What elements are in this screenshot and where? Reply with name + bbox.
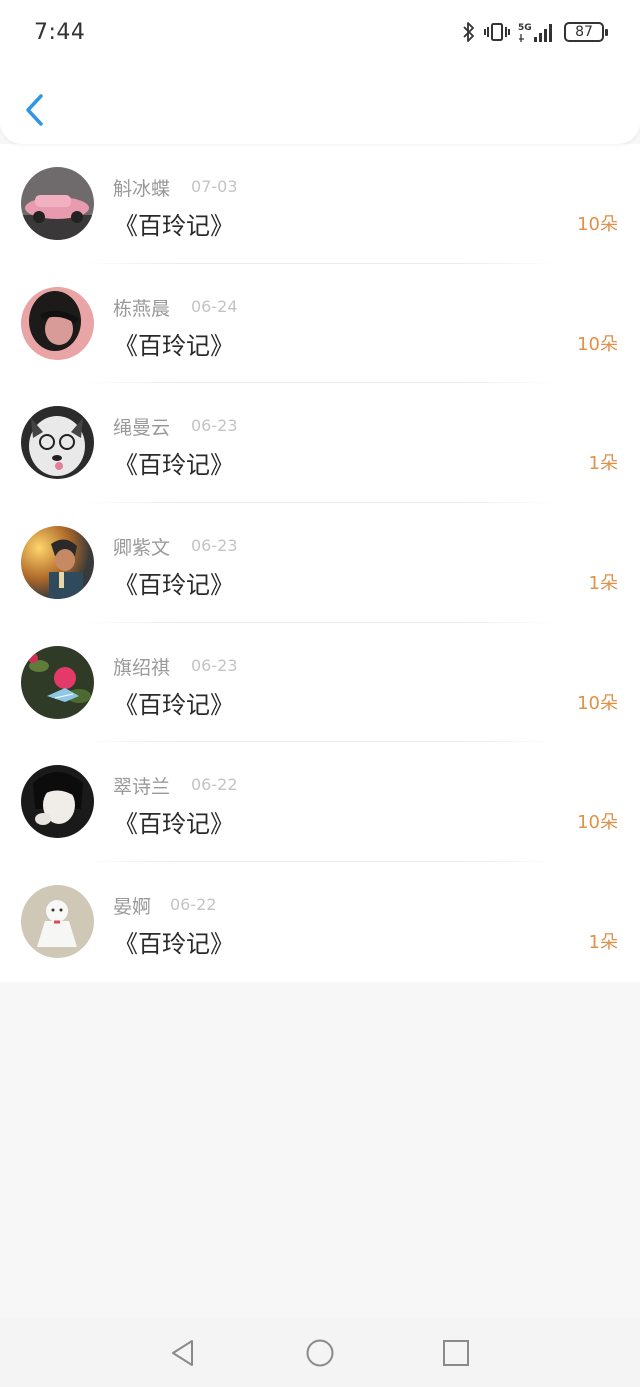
battery-level: 87 — [575, 24, 593, 40]
avatar[interactable] — [21, 645, 94, 719]
bluetooth-icon — [463, 22, 474, 42]
sender-name: 斛冰蝶 — [113, 178, 171, 200]
flower-amount: 1朵 — [588, 453, 618, 475]
list-item[interactable]: 绳曼云 06-23 《百玲记》 1朵 — [0, 383, 640, 504]
send-date: 06-24 — [191, 296, 238, 316]
list-item[interactable]: 栋燕晨 06-24 《百玲记》 10朵 — [0, 264, 640, 384]
system-nav-bar — [0, 1318, 640, 1387]
send-date: 06-22 — [191, 775, 238, 795]
status-time: 7:44 — [34, 20, 86, 45]
back-triangle-icon — [172, 1340, 193, 1366]
sender-name: 晏婀 — [113, 896, 152, 919]
nav-home-button[interactable] — [305, 1338, 335, 1368]
svg-text:5G: 5G — [518, 23, 532, 33]
flower-amount: 10朵 — [577, 214, 618, 235]
flower-amount: 1朵 — [588, 573, 618, 595]
send-date: 07-03 — [191, 177, 238, 196]
send-date: 06-22 — [170, 895, 217, 915]
book-title: 《百玲记》 — [114, 331, 234, 360]
list-item[interactable]: 晏婀 06-22 《百玲记》 1朵 — [0, 862, 640, 982]
list-item[interactable]: 斛冰蝶 07-03 《百玲记》 10朵 — [0, 144, 640, 264]
book-title: 《百玲记》 — [114, 212, 234, 240]
avatar[interactable] — [21, 526, 94, 600]
sender-name: 卿紫文 — [113, 537, 171, 560]
avatar[interactable] — [21, 765, 94, 839]
flower-amount: 10朵 — [577, 333, 618, 355]
nav-back-button[interactable] — [168, 1338, 198, 1368]
list-item[interactable]: 翠诗兰 06-22 《百玲记》 10朵 — [0, 742, 640, 863]
flower-amount: 10朵 — [577, 692, 618, 714]
avatar[interactable] — [21, 406, 94, 480]
recents-square-icon — [443, 1340, 469, 1366]
vibrate-icon — [484, 23, 510, 41]
home-circle-icon — [306, 1339, 334, 1367]
book-title: 《百玲记》 — [114, 690, 234, 719]
list-item[interactable]: 卿紫文 06-23 《百玲记》 1朵 — [0, 503, 640, 623]
book-title: 《百玲记》 — [114, 451, 234, 480]
sender-name: 翠诗兰 — [113, 776, 171, 799]
back-button[interactable] — [20, 90, 50, 130]
status-icons: 5G 87 — [462, 18, 608, 46]
list-item[interactable]: 旗绍祺 06-23 《百玲记》 10朵 — [0, 623, 640, 743]
send-date: 06-23 — [191, 655, 238, 675]
sender-name: 绳曼云 — [113, 417, 171, 440]
nav-recents-button[interactable] — [441, 1338, 471, 1368]
send-date: 06-23 — [191, 416, 238, 436]
flower-amount: 1朵 — [588, 932, 618, 954]
battery-indicator: 87 — [564, 22, 608, 42]
sender-name: 栋燕晨 — [113, 297, 171, 320]
book-title: 《百玲记》 — [114, 810, 234, 839]
header: 7:44 5G 87 — [0, 0, 640, 144]
flower-amount: 10朵 — [577, 812, 618, 834]
avatar[interactable] — [21, 885, 94, 959]
avatar[interactable] — [21, 286, 94, 360]
signal-5g-icon: 5G — [518, 23, 552, 42]
book-title: 《百玲记》 — [114, 571, 234, 600]
chevron-left-icon — [26, 94, 43, 126]
avatar[interactable] — [21, 167, 94, 240]
send-date: 06-23 — [191, 536, 238, 556]
record-list: 斛冰蝶 07-03 《百玲记》 10朵 栋燕晨 06-24 《百玲记》 10朵 … — [0, 144, 640, 982]
sender-name: 旗绍祺 — [113, 656, 171, 679]
book-title: 《百玲记》 — [114, 930, 234, 959]
